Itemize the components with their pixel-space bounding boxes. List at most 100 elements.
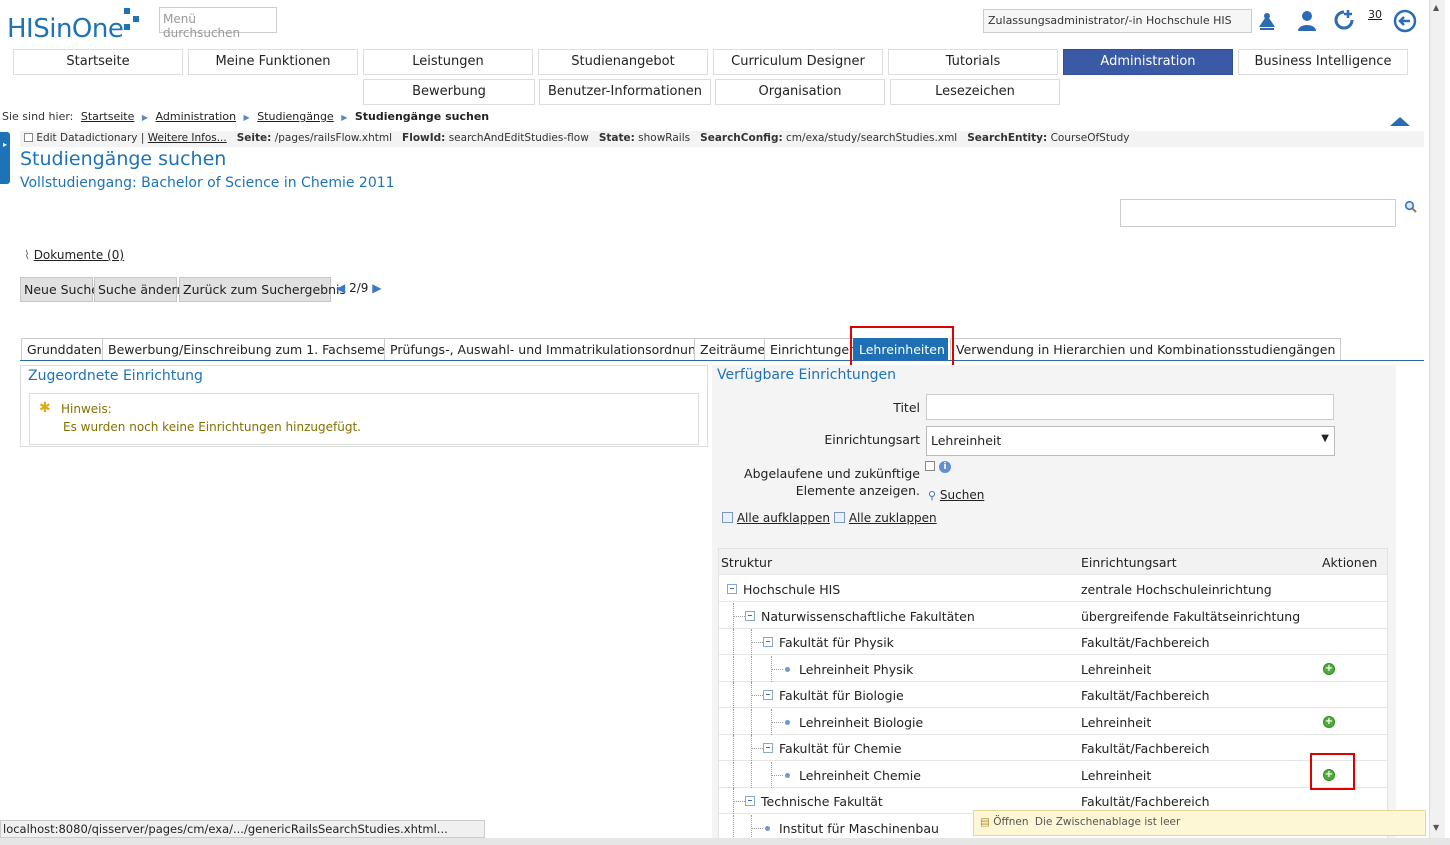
nav-startseite[interactable]: Startseite [13, 49, 183, 75]
collapse-all-icon [834, 512, 845, 523]
hint-box: ✱ Hinweis: Es wurden noch keine Einricht… [29, 393, 699, 445]
tree-connector [733, 788, 734, 814]
breadcrumb-prefix: Sie sind hier: [2, 110, 74, 123]
tab-verwendung-hierarchien[interactable]: Verwendung in Hierarchien und Kombinatio… [950, 338, 1342, 361]
tab-einrichtungen[interactable]: Einrichtungen [764, 338, 863, 361]
breadcrumb-administration[interactable]: Administration [156, 110, 237, 123]
next-arrow-icon[interactable]: ▶ [372, 281, 381, 295]
tree-node-name: Institut für Maschinenbau [779, 821, 939, 836]
tree-connector [733, 709, 734, 735]
side-panel-toggle[interactable]: ▸ [0, 132, 10, 184]
tab-bewerbung-einschreibung[interactable]: Bewerbung/Einschreibung zum 1. Fachsemes… [102, 338, 415, 361]
new-search-button[interactable]: Neue Suche [20, 277, 99, 302]
add-institution-icon[interactable]: + [1323, 663, 1335, 675]
tree-collapse-icon[interactable] [745, 796, 755, 806]
scroll-down-icon[interactable]: ▼ [1433, 823, 1439, 832]
titel-input[interactable] [926, 394, 1334, 420]
logout-icon[interactable] [1392, 8, 1418, 34]
tree-node-type: Fakultät/Fachbereich [1081, 741, 1210, 756]
tree-connector [751, 828, 763, 829]
tree-connector [751, 682, 752, 708]
user-profile-icon[interactable] [1294, 8, 1320, 34]
einrichtungsart-select[interactable]: Lehreinheit ▼ [926, 426, 1335, 456]
nav-tutorials[interactable]: Tutorials [888, 49, 1058, 75]
back-to-results-button[interactable]: Zurück zum Suchergebnis [179, 277, 346, 302]
notifications-count[interactable]: 30 [1368, 8, 1382, 21]
vertical-scrollbar[interactable]: ▲ ▼ [1429, 0, 1445, 845]
tree-connector [751, 629, 752, 655]
header-aktionen: Aktionen [1322, 555, 1378, 570]
add-institution-icon[interactable]: + [1323, 716, 1335, 728]
more-info-link[interactable]: Weitere Infos... [148, 132, 227, 144]
expand-all-link[interactable]: Alle aufklappen [737, 511, 830, 525]
einrichtungsart-label: Einrichtungsart [824, 432, 920, 447]
breadcrumb-studiengaenge[interactable]: Studiengänge [257, 110, 334, 123]
tree-node-type: Fakultät/Fachbereich [1081, 794, 1210, 809]
tab-pruefungsordnungen[interactable]: Prüfungs-, Auswahl- und Immatrikulations… [384, 338, 726, 361]
collapse-all-link[interactable]: Alle zuklappen [849, 511, 937, 525]
nav-curriculum-designer[interactable]: Curriculum Designer [713, 49, 883, 75]
role-switch-icon[interactable] [1254, 8, 1280, 34]
breadcrumb-arrow-icon: ▶ [243, 113, 250, 122]
collapse-all-action[interactable]: Alle zuklappen [834, 511, 937, 525]
nav-studienangebot[interactable]: Studienangebot [538, 49, 708, 75]
info-icon[interactable]: i [939, 461, 951, 473]
search-action[interactable]: ⚲ Suchen [928, 488, 984, 502]
tab-grunddaten[interactable]: Grunddaten [21, 338, 108, 361]
clipboard-open-label[interactable]: Öffnen [993, 816, 1028, 828]
expand-all-action[interactable]: Alle aufklappen [722, 511, 830, 525]
change-search-button[interactable]: Suche ändern [94, 277, 184, 302]
tree-connector [751, 748, 763, 749]
tree-connector [733, 629, 734, 655]
logo-square-icon [124, 8, 130, 14]
nav-benutzer-informationen[interactable]: Benutzer-Informationen [539, 79, 711, 105]
nav-administration[interactable]: Administration [1063, 49, 1233, 75]
clipboard-text: Die Zwischenablage ist leer [1034, 816, 1181, 828]
tree-leaf-icon [785, 720, 790, 725]
page-title: Studiengänge suchen [20, 148, 227, 170]
role-select[interactable]: Zulassungsadministrator/-in Hochschule H… [983, 9, 1252, 33]
documents-link[interactable]: Dokumente (0) [34, 248, 124, 262]
developer-info-bar: Edit Datadictionary | Weitere Infos... S… [20, 131, 1424, 147]
nav-lesezeichen[interactable]: Lesezeichen [890, 79, 1060, 105]
tree-node-name: Hochschule HIS [743, 582, 841, 597]
nav-bewerbung[interactable]: Bewerbung [363, 79, 535, 105]
tree-connector [751, 762, 752, 788]
nav-meine-funktionen[interactable]: Meine Funktionen [188, 49, 358, 75]
tree-collapse-icon[interactable] [763, 637, 773, 647]
magnifier-icon: ⚲ [928, 489, 937, 502]
nav-leistungen[interactable]: Leistungen [363, 49, 533, 75]
tree-connector [751, 656, 752, 682]
searchentity-label: SearchEntity: [967, 132, 1048, 144]
hisinone-logo[interactable]: HISinOne [7, 8, 139, 44]
tree-node-name: Fakultät für Chemie [779, 741, 902, 756]
edit-datadictionary-checkbox[interactable] [24, 133, 33, 142]
clipboard-icon: ▤ [980, 816, 990, 828]
tree-connector [733, 682, 734, 708]
search-link[interactable]: Suchen [940, 488, 984, 502]
collapse-header-icon[interactable] [1390, 117, 1410, 126]
tree-collapse-icon[interactable] [763, 690, 773, 700]
tree-leaf-icon [785, 773, 790, 778]
expired-elements-checkbox[interactable] [925, 461, 935, 471]
hint-label: Hinweis: [61, 402, 112, 416]
nav-organisation[interactable]: Organisation [715, 79, 885, 105]
tab-zeitraeume[interactable]: Zeiträume [694, 338, 772, 361]
quick-search-input[interactable] [1120, 199, 1396, 227]
assigned-institution-panel: Zugeordnete Einrichtung ✱ Hinweis: Es wu… [20, 365, 708, 447]
notifications-icon[interactable] [1331, 8, 1357, 34]
search-icon[interactable] [1404, 200, 1418, 217]
flowid-value: searchAndEditStudies-flow [448, 132, 589, 144]
tree-collapse-icon[interactable] [727, 584, 737, 594]
tree-collapse-icon[interactable] [745, 611, 755, 621]
documents-link-wrap[interactable]: ⌇ Dokumente (0) [24, 248, 124, 262]
tree-node-name: Lehreinheit Physik [799, 662, 914, 677]
previous-arrow-icon[interactable]: ◀ [336, 281, 345, 295]
menu-search-input[interactable]: Menü durchsuchen [159, 7, 277, 40]
nav-business-intelligence[interactable]: Business Intelligence [1238, 49, 1408, 75]
breadcrumb-current: Studiengänge suchen [354, 110, 490, 123]
expired-elements-label: Abgelaufene und zukünftige Elemente anze… [732, 465, 920, 499]
breadcrumb-startseite[interactable]: Startseite [81, 110, 135, 123]
tree-collapse-icon[interactable] [763, 743, 773, 753]
scroll-up-icon[interactable]: ▲ [1433, 3, 1439, 12]
